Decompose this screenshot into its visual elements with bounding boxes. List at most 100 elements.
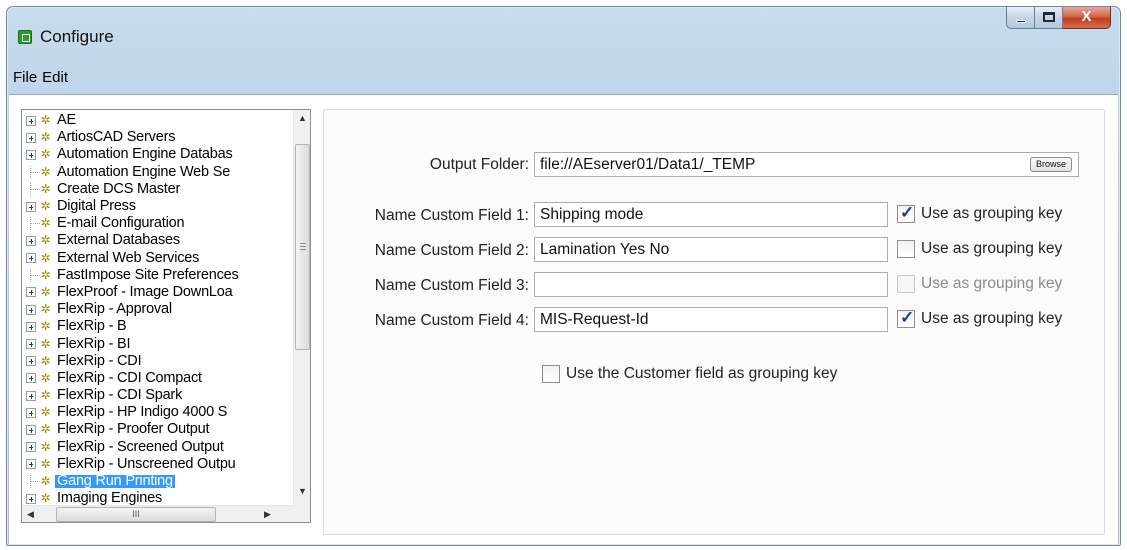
scroll-left-arrow-icon[interactable]: ◀	[22, 506, 39, 522]
tree-list: ✲ AE ✲ ArtiosCAD Servers ✲ Automation Engine …	[22, 112, 294, 507]
scroll-right-arrow-icon[interactable]: ▶	[259, 506, 276, 522]
customer-grouping-checkbox[interactable]	[542, 365, 560, 383]
expand-plus-icon[interactable]	[26, 339, 36, 350]
expand-plus-icon[interactable]	[26, 149, 36, 160]
expand-plus-icon[interactable]	[26, 304, 36, 315]
browse-button[interactable]: Browse	[1029, 157, 1072, 172]
expand-plus-icon[interactable]	[26, 253, 36, 264]
scroll-up-arrow-icon[interactable]: ▲	[294, 110, 310, 127]
tree-item[interactable]: ✲ FlexRip - BI	[22, 335, 294, 352]
tree-item[interactable]: ✲ External Databases	[22, 232, 294, 249]
gang-run-settings-panel: Output Folder: file://AEserver01/Data1/_…	[323, 109, 1105, 535]
tree-item[interactable]: ✲ FlexRip - B	[22, 318, 294, 335]
custom-field-2-grouping[interactable]: Use as grouping key	[897, 240, 1062, 258]
tree-item-label: FlexRip - Proofer Output	[57, 421, 210, 438]
custom-field-1-input[interactable]: Shipping mode	[534, 202, 888, 227]
tree-item[interactable]: ✲ Automation Engine Web Se	[22, 164, 294, 181]
gear-icon: ✲	[40, 353, 51, 368]
tree-item-label: FlexRip - B	[57, 318, 127, 335]
expand-plus-icon[interactable]	[26, 407, 36, 418]
custom-field-3-grouping: Use as grouping key	[897, 275, 1062, 293]
tree-connector-line	[30, 217, 40, 231]
expand-plus-icon[interactable]	[26, 373, 36, 384]
title-bar[interactable]: Configure X	[7, 7, 1120, 59]
maximize-button[interactable]	[1035, 7, 1063, 29]
tree-item[interactable]: ✲ Automation Engine Databas	[22, 146, 294, 163]
expand-plus-icon[interactable]	[26, 321, 36, 332]
custom-field-4-grouping[interactable]: Use as grouping key	[897, 308, 1062, 328]
expand-plus-icon[interactable]	[26, 287, 36, 298]
custom-field-4-label: Name Custom Field 4:	[374, 312, 529, 329]
expand-plus-icon[interactable]	[26, 235, 36, 246]
custom-field-1-label: Name Custom Field 1:	[374, 207, 529, 224]
gear-icon: ✲	[40, 199, 51, 214]
gear-icon: ✲	[40, 302, 51, 317]
custom-field-4-input[interactable]: MIS-Request-Id	[534, 307, 888, 332]
gear-icon: ✲	[40, 113, 51, 128]
minimize-button[interactable]	[1006, 7, 1035, 29]
tree-item[interactable]: ✲ FlexRip - HP Indigo 4000 S	[22, 404, 294, 421]
tree-item-label: FastImpose Site Preferences	[57, 266, 239, 283]
tree-item-label: Imaging Engines	[57, 490, 163, 507]
custom-field-2-input[interactable]: Lamination Yes No	[534, 237, 888, 262]
menu-file[interactable]: File	[13, 69, 37, 86]
expand-plus-icon[interactable]	[26, 493, 36, 504]
scroll-corner	[293, 505, 310, 522]
custom-field-1-grouping-label: Use as grouping key	[921, 205, 1063, 222]
expand-plus-icon[interactable]	[26, 356, 36, 367]
gear-icon: ✲	[40, 422, 51, 437]
tree-item[interactable]: ✲ FlexRip - CDI	[22, 353, 294, 370]
horizontal-scroll-thumb[interactable]: III	[56, 507, 216, 522]
expand-plus-icon[interactable]	[26, 459, 36, 470]
tree-connector-line	[30, 268, 40, 282]
custom-field-4-grouping-checkbox[interactable]	[897, 308, 915, 328]
tree-item[interactable]: ✲ ArtiosCAD Servers	[22, 129, 294, 146]
custom-field-1-grouping-checkbox[interactable]	[897, 203, 915, 223]
expand-plus-icon[interactable]	[26, 390, 36, 401]
tree-item[interactable]: ✲ FastImpose Site Preferences	[22, 267, 294, 284]
output-folder-field[interactable]: file://AEserver01/Data1/_TEMP Browse	[534, 152, 1079, 177]
settings-tree[interactable]: ✲ AE ✲ ArtiosCAD Servers ✲ Automation Engine …	[21, 109, 311, 523]
custom-field-2-grouping-checkbox[interactable]	[897, 240, 915, 258]
output-folder-label: Output Folder:	[429, 156, 529, 173]
tree-item[interactable]: ✲ FlexRip - Screened Output	[22, 439, 294, 456]
gear-icon: ✲	[40, 216, 51, 231]
tree-item[interactable]: ✲ E-mail Configuration	[22, 215, 294, 232]
tree-item-label: Create DCS Master	[57, 180, 181, 197]
tree-item[interactable]: ✲ FlexRip - Unscreened Outpu	[22, 456, 294, 473]
horizontal-scrollbar[interactable]: ◀ III ▶	[22, 505, 294, 522]
vertical-scrollbar[interactable]: ▲ ▼	[293, 110, 310, 507]
custom-field-1-grouping[interactable]: Use as grouping key	[897, 203, 1063, 223]
tree-item[interactable]: ✲ AE	[22, 112, 294, 129]
caption-buttons: X	[1006, 7, 1111, 29]
custom-field-3-label: Name Custom Field 3:	[374, 277, 529, 294]
output-folder-value: file://AEserver01/Data1/_TEMP	[540, 156, 756, 173]
tree-item[interactable]: ✲ FlexRip - CDI Spark	[22, 387, 294, 404]
expand-plus-icon[interactable]	[26, 201, 36, 212]
custom-field-1-value: Shipping mode	[540, 206, 644, 223]
customer-grouping-option[interactable]: Use the Customer field as grouping key	[542, 365, 837, 383]
gear-icon: ✲	[40, 284, 51, 299]
close-button[interactable]: X	[1063, 7, 1111, 29]
tree-item[interactable]: ✲ FlexRip - CDI Compact	[22, 370, 294, 387]
vertical-scroll-thumb[interactable]	[295, 144, 310, 350]
expand-plus-icon[interactable]	[26, 115, 36, 126]
tree-item[interactable]: ✲ Digital Press	[22, 198, 294, 215]
expand-plus-icon[interactable]	[26, 442, 36, 453]
tree-item[interactable]: ✲ FlexRip - Approval	[22, 301, 294, 318]
tree-item[interactable]: ✲ FlexProof - Image DownLoa	[22, 284, 294, 301]
tree-item[interactable]: ✲ Gang Run Printing	[22, 473, 294, 490]
tree-item[interactable]: ✲ FlexRip - Proofer Output	[22, 421, 294, 438]
gear-icon: ✲	[40, 147, 51, 162]
app-icon	[18, 30, 32, 44]
gear-icon: ✲	[40, 388, 51, 403]
expand-plus-icon[interactable]	[26, 424, 36, 435]
tree-item[interactable]: ✲ External Web Services	[22, 250, 294, 267]
minimize-icon	[1016, 20, 1026, 23]
expand-plus-icon[interactable]	[26, 132, 36, 143]
custom-field-3-input[interactable]	[534, 272, 888, 297]
tree-item[interactable]: ✲ Create DCS Master	[22, 181, 294, 198]
tree-item-label: Automation Engine Databas	[57, 146, 233, 163]
menu-edit[interactable]: Edit	[42, 69, 68, 86]
scroll-down-arrow-icon[interactable]: ▼	[294, 483, 310, 500]
